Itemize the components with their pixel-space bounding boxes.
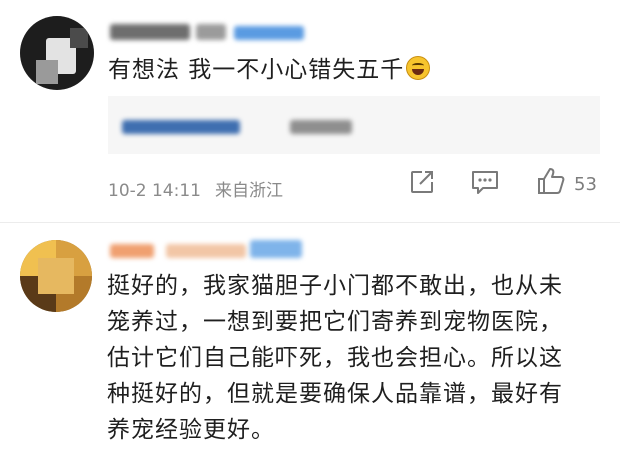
comment-meta: 10-2 14:11 来自浙江 (108, 176, 283, 201)
share-icon[interactable] (408, 168, 436, 196)
avatar[interactable] (20, 16, 94, 90)
user-badge-blurred (250, 240, 302, 258)
comment-time: 10-2 14:11 (108, 181, 201, 201)
laugh-cry-emoji-icon (406, 56, 431, 80)
comment-text: 挺好的，我家猫胆子小门都不敢出，也从未 笼养过，一想到要把它们寄养到宠物医院， … (107, 268, 607, 448)
avatar[interactable] (20, 240, 92, 312)
username-blurred (196, 24, 226, 40)
username-blurred[interactable] (110, 244, 154, 258)
comment-line: 笼养过，一想到要把它们寄养到宠物医院， (107, 309, 563, 335)
user-badge-blurred (234, 26, 304, 40)
like-count: 53 (574, 174, 597, 195)
comment-divider (0, 222, 620, 223)
avatar-pixel (38, 258, 74, 294)
comment-text: 有想法 我一不小心错失五千 (108, 56, 431, 84)
quoted-text-blurred (290, 120, 352, 134)
comment-icon[interactable] (470, 168, 500, 196)
comment-text-content: 有想法 我一不小心错失五千 (108, 57, 405, 83)
username-blurred (166, 244, 246, 258)
comment-line: 挺好的，我家猫胆子小门都不敢出，也从未 (107, 273, 563, 299)
username-blurred[interactable] (110, 24, 190, 40)
comment-line: 种挺好的，但就是要确保人品靠谱，最好有 (107, 381, 563, 407)
avatar-pixel (70, 28, 88, 48)
comment-location: 来自浙江 (214, 181, 283, 201)
comment-line: 估计它们自己能吓死，我也会担心。所以这 (107, 345, 563, 371)
avatar-pixel (36, 60, 58, 84)
thumbs-up-icon[interactable] (536, 166, 566, 196)
comment-line: 养宠经验更好。 (107, 417, 275, 443)
quoted-username-blurred (122, 120, 240, 134)
